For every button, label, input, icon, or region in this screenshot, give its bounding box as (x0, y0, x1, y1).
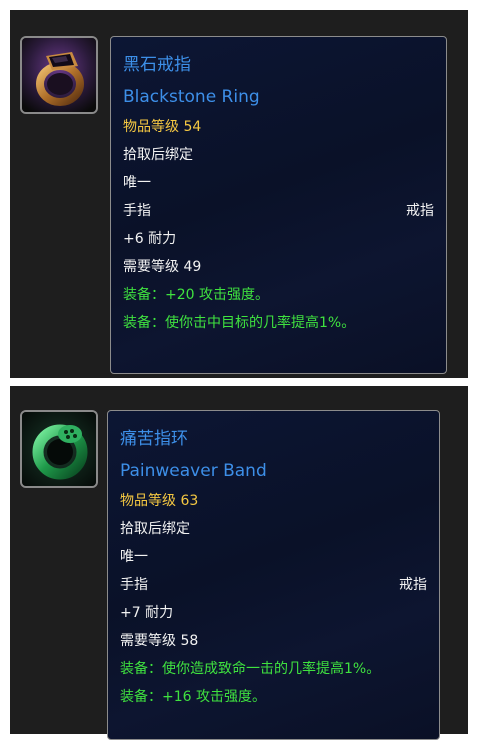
equip-effect-1: 装备：+20 攻击强度。 (123, 287, 269, 303)
green-serpent-ring-icon (22, 412, 96, 486)
required-level: 需要等级 58 (120, 633, 199, 649)
slot-text: 手指 (123, 203, 151, 219)
unique-text: 唯一 (123, 175, 151, 191)
equip-effect-2: 装备：使你击中目标的几率提高1%。 (123, 315, 356, 331)
unique-text: 唯一 (120, 549, 148, 565)
equip-effect-2: 装备：+16 攻击强度。 (120, 689, 266, 705)
ring-icon[interactable] (20, 410, 98, 488)
item-type: 戒指 (406, 203, 434, 219)
item-name-cn: 痛苦指环 (120, 429, 188, 449)
item-name-en: Painweaver Band (120, 461, 267, 481)
binding-text: 拾取后绑定 (120, 521, 190, 537)
stat-stamina: +7 耐力 (120, 605, 174, 621)
item-name-cn: 黑石戒指 (123, 55, 191, 75)
slot-row: 手指 戒指 (123, 197, 434, 225)
item-type: 戒指 (399, 577, 427, 593)
slot-row: 手指 戒指 (120, 571, 427, 599)
item-tooltip: 黑石戒指 Blackstone Ring 物品等级 54 拾取后绑定 唯一 手指… (110, 36, 447, 374)
item-tooltip: 痛苦指环 Painweaver Band 物品等级 63 拾取后绑定 唯一 手指… (107, 410, 440, 740)
item-name-en: Blackstone Ring (123, 87, 260, 107)
item-card-painweaver-band: 痛苦指环 Painweaver Band 物品等级 63 拾取后绑定 唯一 手指… (10, 386, 468, 740)
item-card-blackstone-ring: 黑石戒指 Blackstone Ring 物品等级 54 拾取后绑定 唯一 手指… (10, 10, 468, 378)
black-stone-ring-icon (22, 38, 96, 112)
item-level: 物品等级 54 (123, 119, 202, 135)
binding-text: 拾取后绑定 (123, 147, 193, 163)
equip-effect-1: 装备：使你造成致命一击的几率提高1%。 (120, 661, 381, 677)
slot-text: 手指 (120, 577, 148, 593)
required-level: 需要等级 49 (123, 259, 202, 275)
ring-icon[interactable] (20, 36, 98, 114)
item-level: 物品等级 63 (120, 493, 199, 509)
stat-stamina: +6 耐力 (123, 231, 177, 247)
